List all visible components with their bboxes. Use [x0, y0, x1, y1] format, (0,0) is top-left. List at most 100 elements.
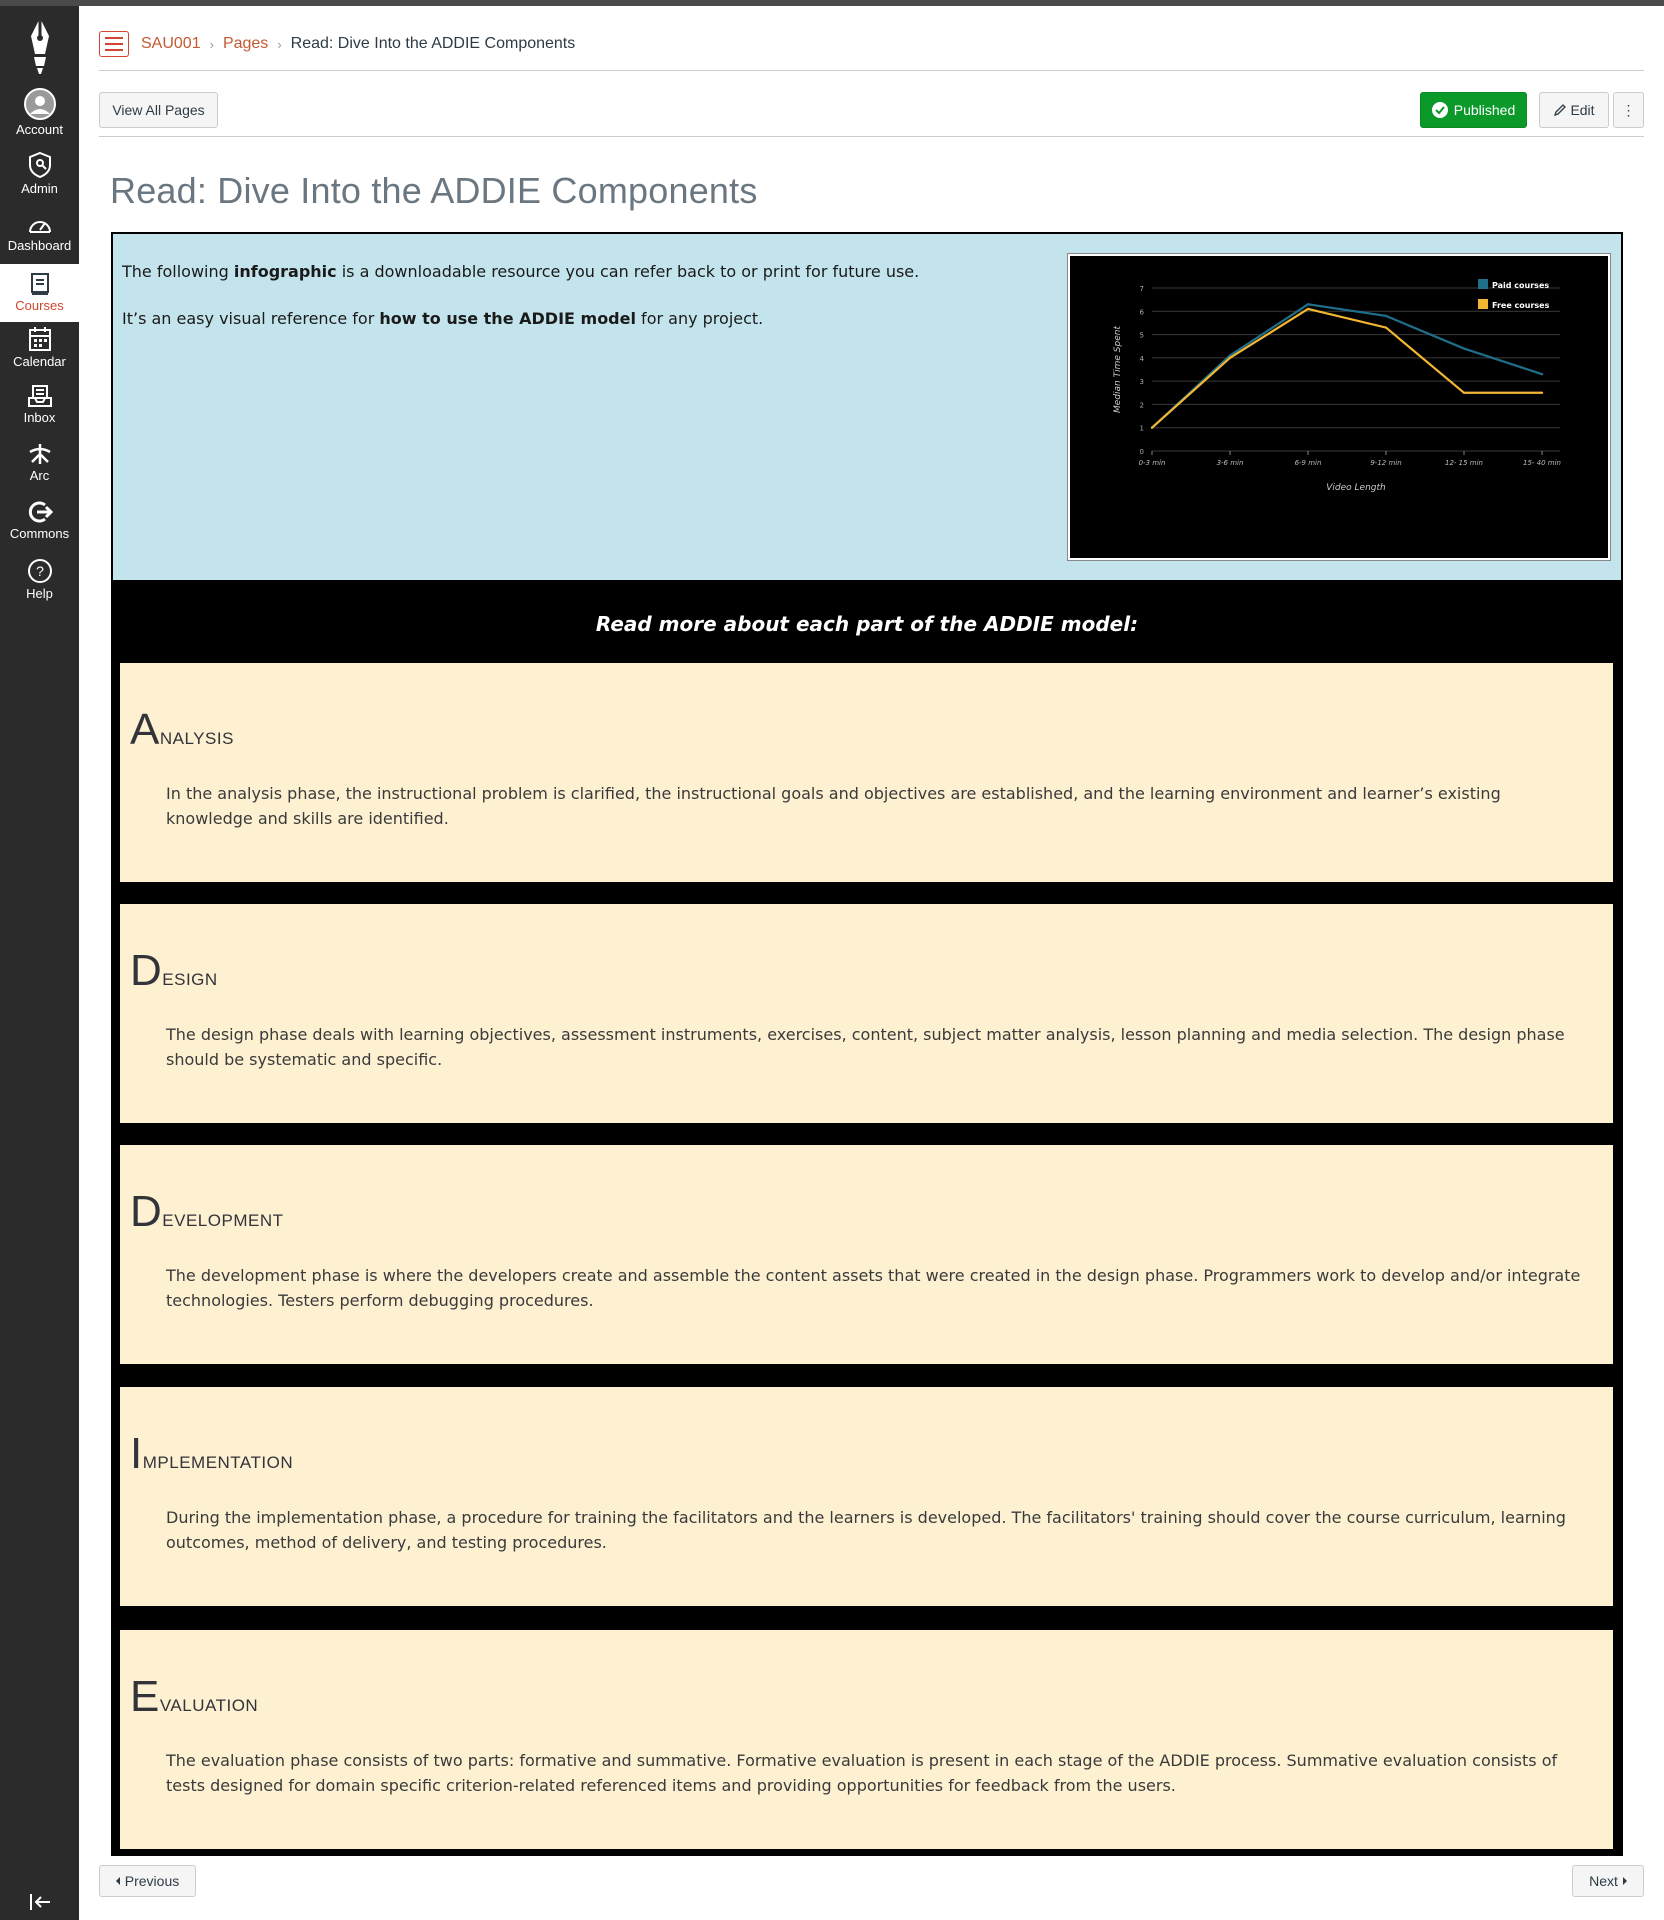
nav-item-calendar[interactable]: Calendar — [0, 326, 79, 369]
section-heading-implementation: Implementation — [130, 1429, 294, 1478]
chart-legend-swatch — [1478, 299, 1488, 309]
addie-sections-heading: Read more about each part of the ADDIE m… — [595, 612, 1139, 636]
account-icon — [23, 88, 56, 120]
view-all-pages-button[interactable]: View All Pages — [99, 92, 218, 128]
chart-y-tick-label: 2 — [1140, 401, 1144, 409]
intro-paragraph-2: It’s an easy visual reference for how to… — [122, 309, 764, 328]
nav-item-admin[interactable]: Admin — [0, 151, 79, 196]
chart-series-line-0 — [1151, 303, 1543, 429]
svg-text:?: ? — [36, 563, 44, 579]
more-options-button[interactable]: ⋮ — [1613, 92, 1644, 128]
nav-label-arc: Arc — [29, 468, 50, 483]
chart-x-tick-label: 6-9 min — [1295, 459, 1322, 467]
section-card-development: Development The development phase is whe… — [120, 1145, 1613, 1364]
line-chart: 0 1 2 3 4 5 6 7 0-3 min 3-6 min 6-9 min 9-12 min 12-… — [1113, 279, 1561, 493]
section-heading-analysis: Analysis — [130, 705, 234, 754]
dashboard-gauge-icon — [28, 221, 51, 233]
chart-data-point — [1384, 326, 1388, 329]
breadcrumb-current-page: Read: Dive Into the ADDIE Components — [290, 35, 576, 52]
chart-x-tick-label: 0-3 min — [1139, 459, 1166, 467]
pencil-icon — [1554, 104, 1567, 117]
breadcrumb-separator: › — [277, 36, 282, 52]
toolbar-divider — [99, 136, 1644, 137]
chart-x-tick-label: 15- 40 min — [1523, 459, 1561, 467]
intro-panel: The following infographic is a downloada… — [111, 232, 1623, 582]
nav-label-commons: Commons — [9, 526, 70, 541]
section-card-analysis: Analysis In the analysis phase, the inst… — [120, 663, 1613, 882]
edit-label: Edit — [1570, 102, 1595, 118]
main-content-area: SAU001 › Pages › Read: Dive Into the ADD… — [79, 6, 1664, 1920]
chart-data-point — [1462, 347, 1466, 350]
previous-label: Previous — [124, 1873, 180, 1889]
page-title: Read: Dive Into the ADDIE Components — [110, 170, 758, 211]
published-check-icon — [1431, 102, 1448, 118]
nav-label-admin: Admin — [21, 181, 58, 196]
nav-item-dashboard[interactable]: Dashboard — [0, 214, 79, 253]
section-card-implementation: Implementation During the implementation… — [120, 1387, 1613, 1606]
global-navigation: Account Admin Dashboard Courses Calendar… — [0, 6, 79, 1920]
section-heading-evaluation: Evaluation — [130, 1672, 259, 1721]
next-page-button[interactable]: Next — [1572, 1865, 1644, 1897]
section-text-analysis: In the analysis phase, the instructional… — [166, 784, 1501, 828]
chart-data-point — [1540, 372, 1544, 376]
nav-label-dashboard: Dashboard — [7, 238, 72, 253]
section-heading-development: Development — [130, 1187, 284, 1236]
chart-data-point — [1306, 307, 1310, 311]
section-text-evaluation: The evaluation phase consists of two par… — [166, 1751, 1558, 1795]
breadcrumb-separator: › — [209, 36, 214, 52]
chart-y-tick-label: 0 — [1140, 448, 1144, 456]
breadcrumb-course-link[interactable]: SAU001 — [141, 35, 201, 53]
inbox-icon — [27, 385, 52, 407]
section-card-design: Design The design phase deals with learn… — [120, 904, 1613, 1123]
view-all-pages-label: View All Pages — [112, 102, 205, 118]
nav-item-inbox[interactable]: Inbox — [0, 384, 79, 425]
nav-label-calendar: Calendar — [13, 354, 66, 369]
section-text-implementation: During the implementation phase, a proce… — [166, 1508, 1566, 1552]
previous-page-button[interactable]: Previous — [99, 1865, 196, 1897]
chart-data-point — [1228, 356, 1232, 360]
chart-x-tick-label: 9-12 min — [1370, 459, 1401, 467]
addie-sections-panel: Read more about each part of the ADDIE m… — [111, 582, 1623, 1856]
chart-x-tick-label: 12- 15 min — [1445, 459, 1483, 467]
section-card-evaluation: Evaluation The evaluation phase consists… — [120, 1630, 1613, 1849]
nav-item-account[interactable]: Account — [0, 88, 79, 137]
breadcrumb-pages-link[interactable]: Pages — [223, 35, 268, 53]
more-options-icon: ⋮ — [1621, 101, 1636, 118]
nav-label-help: Help — [26, 586, 53, 601]
chart-y-tick-label: 4 — [1140, 355, 1145, 363]
published-status-button[interactable]: Published — [1420, 92, 1527, 128]
chart-y-tick-label: 5 — [1140, 332, 1144, 340]
chart-y-tick-label: 6 — [1140, 308, 1145, 316]
intro-paragraph-1: The following infographic is a downloada… — [122, 262, 920, 281]
chart-data-point — [1462, 391, 1466, 394]
calendar-icon — [28, 327, 51, 351]
commons-arrow-icon — [28, 501, 53, 523]
chart-legend-swatch — [1478, 279, 1488, 289]
section-text-development: The development phase is where the devel… — [166, 1266, 1581, 1310]
next-label: Next — [1589, 1873, 1618, 1889]
courses-book-icon — [30, 273, 49, 295]
chart-data-point — [1540, 391, 1544, 394]
nav-item-commons[interactable]: Commons — [0, 500, 79, 541]
nav-label-inbox: Inbox — [23, 410, 56, 425]
admin-shield-icon — [28, 151, 51, 179]
arc-icon — [28, 444, 51, 464]
nav-item-courses[interactable]: Courses — [0, 264, 79, 322]
institution-logo-pen-icon[interactable] — [22, 16, 58, 76]
chart-data-point — [1384, 314, 1388, 318]
chart-x-axis-title: Video Length — [1326, 483, 1386, 493]
chart-x-tick-label: 3-6 min — [1217, 459, 1244, 467]
nav-item-help[interactable]: ? Help — [0, 558, 79, 601]
collapse-nav-icon[interactable] — [28, 1892, 52, 1912]
nav-item-arc[interactable]: Arc — [0, 442, 79, 483]
section-heading-design: Design — [130, 946, 218, 995]
infographic-chart-image[interactable]: 0 1 2 3 4 5 6 7 0-3 min 3-6 min 6-9 min 9-12 min 12-… — [1067, 253, 1611, 561]
nav-label-courses: Courses — [15, 298, 64, 313]
edit-page-button[interactable]: Edit — [1539, 92, 1609, 128]
chart-y-tick-label: 3 — [1140, 378, 1144, 386]
published-label: Published — [1453, 102, 1516, 118]
nav-label-account: Account — [16, 122, 63, 137]
chart-legend-label: Free courses — [1492, 301, 1550, 310]
next-caret-icon — [1622, 1877, 1627, 1885]
course-menu-toggle-icon[interactable] — [99, 31, 129, 57]
